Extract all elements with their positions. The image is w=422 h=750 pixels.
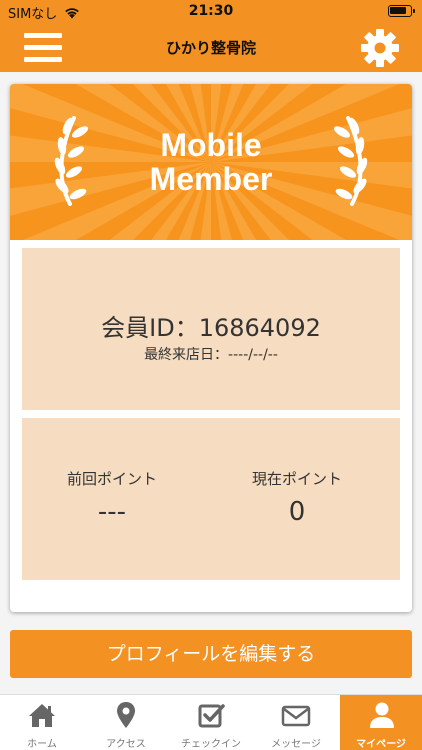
content-area: Mobile Member 会員ID：16864092 最終来店日：----/-… (0, 72, 422, 694)
banner-title: Mobile Member (10, 128, 412, 196)
member-card: Mobile Member 会員ID：16864092 最終来店日：----/-… (10, 84, 412, 612)
tab-messages-label: メッセージ (271, 739, 321, 750)
current-points-label: 現在ポイント (251, 470, 342, 488)
battery-icon (388, 5, 415, 17)
settings-button[interactable] (360, 28, 400, 68)
edit-profile-button[interactable]: プロフィールを編集する (10, 630, 412, 678)
member-info-panel: 会員ID：16864092 最終来店日：----/--/-- (22, 248, 400, 410)
previous-points: 前回ポイント --- (32, 468, 192, 527)
tab-mypage[interactable]: マイページ (340, 695, 422, 750)
map-pin-icon (117, 702, 135, 728)
tab-home[interactable]: ホーム (0, 695, 84, 750)
banner-line-1: Mobile (160, 127, 262, 163)
tab-checkin[interactable]: チェックイン (169, 695, 253, 750)
checkbox-icon (198, 704, 225, 728)
member-id: 会員ID：16864092 (101, 314, 321, 342)
home-icon (29, 704, 55, 727)
tab-messages[interactable]: メッセージ (254, 695, 338, 750)
mobile-member-banner: Mobile Member (10, 84, 412, 240)
tab-home-label: ホーム (27, 739, 57, 750)
banner-line-2: Member (149, 161, 273, 197)
gear-icon (361, 29, 399, 67)
status-time: 21:30 (188, 3, 234, 19)
page-title: ひかり整骨院 (165, 39, 256, 57)
current-points: 現在ポイント 0 (217, 468, 377, 527)
current-points-value: 0 (288, 497, 306, 527)
tab-access-label: アクセス (106, 739, 146, 750)
nav-bar: ひかり整骨院 (0, 22, 422, 72)
last-visit-date: 最終来店日：----/--/-- (144, 347, 278, 363)
tab-bar: ホーム アクセス チェックイン メッセージ マイページ (0, 694, 422, 750)
previous-points-value: --- (97, 497, 127, 527)
previous-points-label: 前回ポイント (66, 470, 157, 488)
tab-access[interactable]: アクセス (84, 695, 168, 750)
points-panel: 前回ポイント --- 現在ポイント 0 (22, 418, 400, 580)
tab-mypage-label: マイページ (356, 739, 406, 750)
status-bar: SIMなし 21:30 (0, 0, 422, 22)
mail-icon (281, 705, 311, 727)
user-icon (370, 702, 394, 728)
tab-checkin-label: チェックイン (181, 739, 241, 750)
